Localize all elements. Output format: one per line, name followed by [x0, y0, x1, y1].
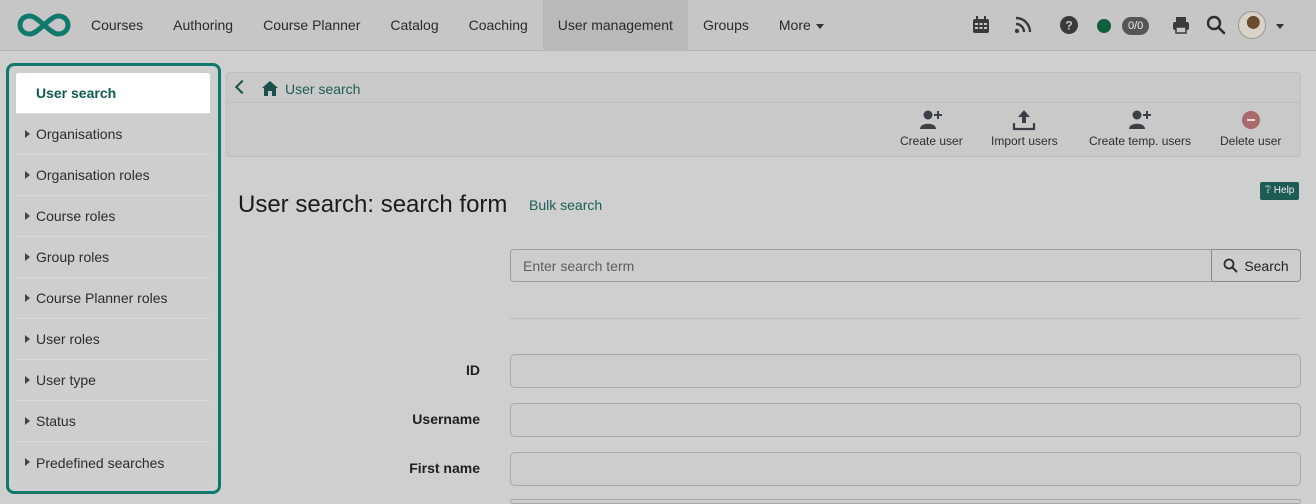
rss-icon[interactable] — [1013, 15, 1033, 35]
search-button-label: Search — [1244, 257, 1289, 274]
search-icon[interactable] — [1206, 15, 1226, 35]
delete-user-button[interactable]: Delete user — [1220, 109, 1281, 148]
bulk-search-link[interactable]: Bulk search — [529, 197, 602, 213]
import-users-label: Import users — [991, 134, 1058, 148]
nav-item-groups[interactable]: Groups — [688, 0, 764, 51]
chevron-down-icon[interactable] — [1276, 24, 1284, 29]
sidebar-item-label: Status — [36, 413, 76, 429]
nav-more-label: More — [778, 17, 811, 33]
sidebar-item-label: Organisations — [36, 126, 123, 142]
sidebar-item-label: User roles — [36, 331, 100, 347]
sidebar-item-label: Course Planner roles — [36, 290, 168, 306]
caret-right-icon[interactable] — [25, 253, 30, 261]
sidebar-item-label: Organisation roles — [36, 167, 150, 183]
caret-right-icon[interactable] — [25, 212, 30, 220]
sidebar-item-label: Course roles — [36, 208, 116, 224]
next-field-partial[interactable] — [510, 499, 1301, 504]
sidebar-item-label: Group roles — [36, 249, 110, 265]
caret-right-icon[interactable] — [25, 376, 30, 384]
sidebar-item-user-type[interactable]: User type — [16, 360, 210, 401]
create-temp-users-label: Create temp. users — [1089, 134, 1192, 148]
upload-icon — [1013, 110, 1036, 131]
logo-infinity-icon[interactable] — [16, 10, 72, 40]
print-icon[interactable] — [1171, 15, 1191, 35]
search-button[interactable]: Search — [1211, 249, 1301, 282]
calendar-icon[interactable] — [971, 15, 991, 35]
sidebar-item-status[interactable]: Status — [16, 401, 210, 442]
sidebar-item-label: User type — [36, 372, 96, 388]
help-circle-icon[interactable]: ? — [1059, 15, 1079, 35]
nav-item-coaching[interactable]: Coaching — [454, 0, 543, 51]
user-avatar[interactable] — [1238, 11, 1266, 39]
sidebar-item-user-search[interactable]: User search — [16, 73, 210, 114]
page-title: User search: search form — [238, 191, 508, 218]
help-button[interactable]: ❔︎ Help — [1260, 182, 1300, 200]
sidebar-item-group-roles[interactable]: Group roles — [16, 237, 210, 278]
notification-count-badge[interactable]: 0/0 — [1122, 17, 1150, 35]
top-navigation: Courses Authoring Course Planner Catalog… — [0, 0, 1316, 51]
help-circle-icon: ❔︎ — [1265, 185, 1272, 196]
search-input[interactable] — [510, 249, 1212, 282]
sidebar-item-course-roles[interactable]: Course roles — [16, 196, 210, 237]
first-name-field[interactable] — [510, 452, 1301, 486]
caret-right-icon[interactable] — [25, 294, 30, 302]
back-chevron-icon[interactable] — [234, 79, 250, 95]
chevron-down-icon — [815, 23, 824, 29]
sidebar-item-label: Predefined searches — [36, 454, 165, 471]
help-label: Help — [1273, 185, 1295, 196]
nav-item-courses[interactable]: Courses — [76, 0, 158, 51]
nav-item-course-planner[interactable]: Course Planner — [248, 0, 375, 51]
sidebar-item-organisation-roles[interactable]: Organisation roles — [16, 155, 210, 196]
online-status-indicator[interactable] — [1097, 19, 1111, 33]
caret-right-icon[interactable] — [25, 171, 30, 179]
id-field[interactable] — [510, 354, 1301, 388]
breadcrumb: User search — [227, 73, 1300, 103]
sidebar-item-course-planner-roles[interactable]: Course Planner roles — [16, 278, 210, 319]
sidebar: User search Organisations Organisation r… — [15, 72, 211, 483]
user-plus-icon — [1129, 110, 1152, 129]
caret-right-icon[interactable] — [25, 417, 30, 425]
username-field[interactable] — [510, 403, 1301, 437]
minus-circle-icon — [1241, 111, 1260, 129]
search-icon — [1223, 258, 1238, 273]
nav-item-user-management[interactable]: User management — [542, 0, 688, 51]
sidebar-item-organisations[interactable]: Organisations — [16, 114, 210, 155]
username-label: Username — [412, 411, 480, 427]
divider — [510, 318, 1301, 319]
home-icon[interactable] — [262, 81, 278, 96]
nav-menu: Courses Authoring Course Planner Catalog… — [76, 0, 839, 51]
caret-right-icon[interactable] — [25, 335, 30, 343]
breadcrumb-toolbar: User search Create user Import users Cre… — [226, 72, 1301, 157]
sidebar-item-user-roles[interactable]: User roles — [16, 319, 210, 360]
id-label: ID — [466, 362, 480, 378]
caret-right-icon[interactable] — [25, 458, 30, 466]
caret-right-icon[interactable] — [25, 130, 30, 138]
breadcrumb-current[interactable]: User search — [285, 81, 360, 97]
sidebar-item-predefined-searches[interactable]: Predefined searches — [16, 442, 210, 482]
import-users-button[interactable]: Import users — [991, 109, 1058, 148]
first-name-label: First name — [409, 460, 480, 476]
create-user-label: Create user — [900, 134, 963, 148]
create-temp-users-button[interactable]: Create temp. users — [1089, 109, 1191, 148]
sidebar-item-label: User search — [36, 85, 117, 101]
nav-item-more[interactable]: More — [764, 0, 839, 51]
nav-item-catalog[interactable]: Catalog — [375, 0, 453, 51]
create-user-button[interactable]: Create user — [900, 109, 963, 148]
delete-user-label: Delete user — [1220, 134, 1282, 148]
user-plus-icon — [920, 110, 943, 129]
nav-item-authoring[interactable]: Authoring — [158, 0, 248, 51]
svg-text:?: ? — [1065, 19, 1072, 33]
